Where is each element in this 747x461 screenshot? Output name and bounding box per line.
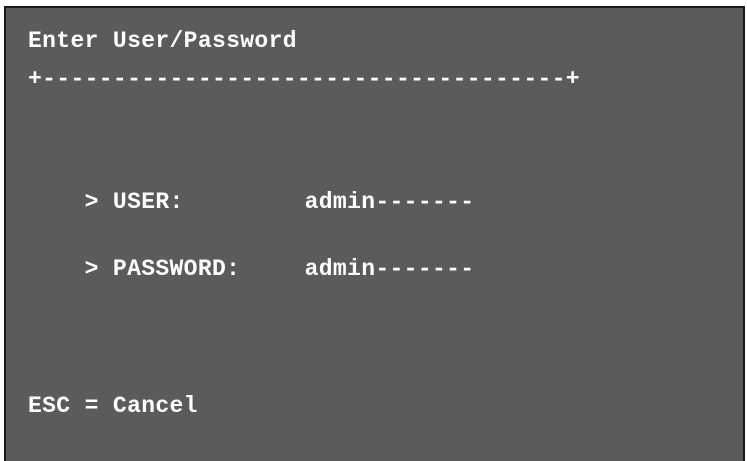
password-field[interactable]: admin------- [305,256,475,282]
cancel-hint: ESC = Cancel [28,393,198,419]
screen-title: Enter User/Password [28,28,297,54]
password-row: > PASSWORD: admin------- [28,227,474,311]
title-separator: +-------------------------------------+ [28,66,580,92]
user-field[interactable]: admin------- [305,189,475,215]
user-label: > USER: [84,189,184,215]
login-terminal-screen: Enter User/Password +-------------------… [4,6,745,461]
password-label: > PASSWORD: [84,256,241,282]
